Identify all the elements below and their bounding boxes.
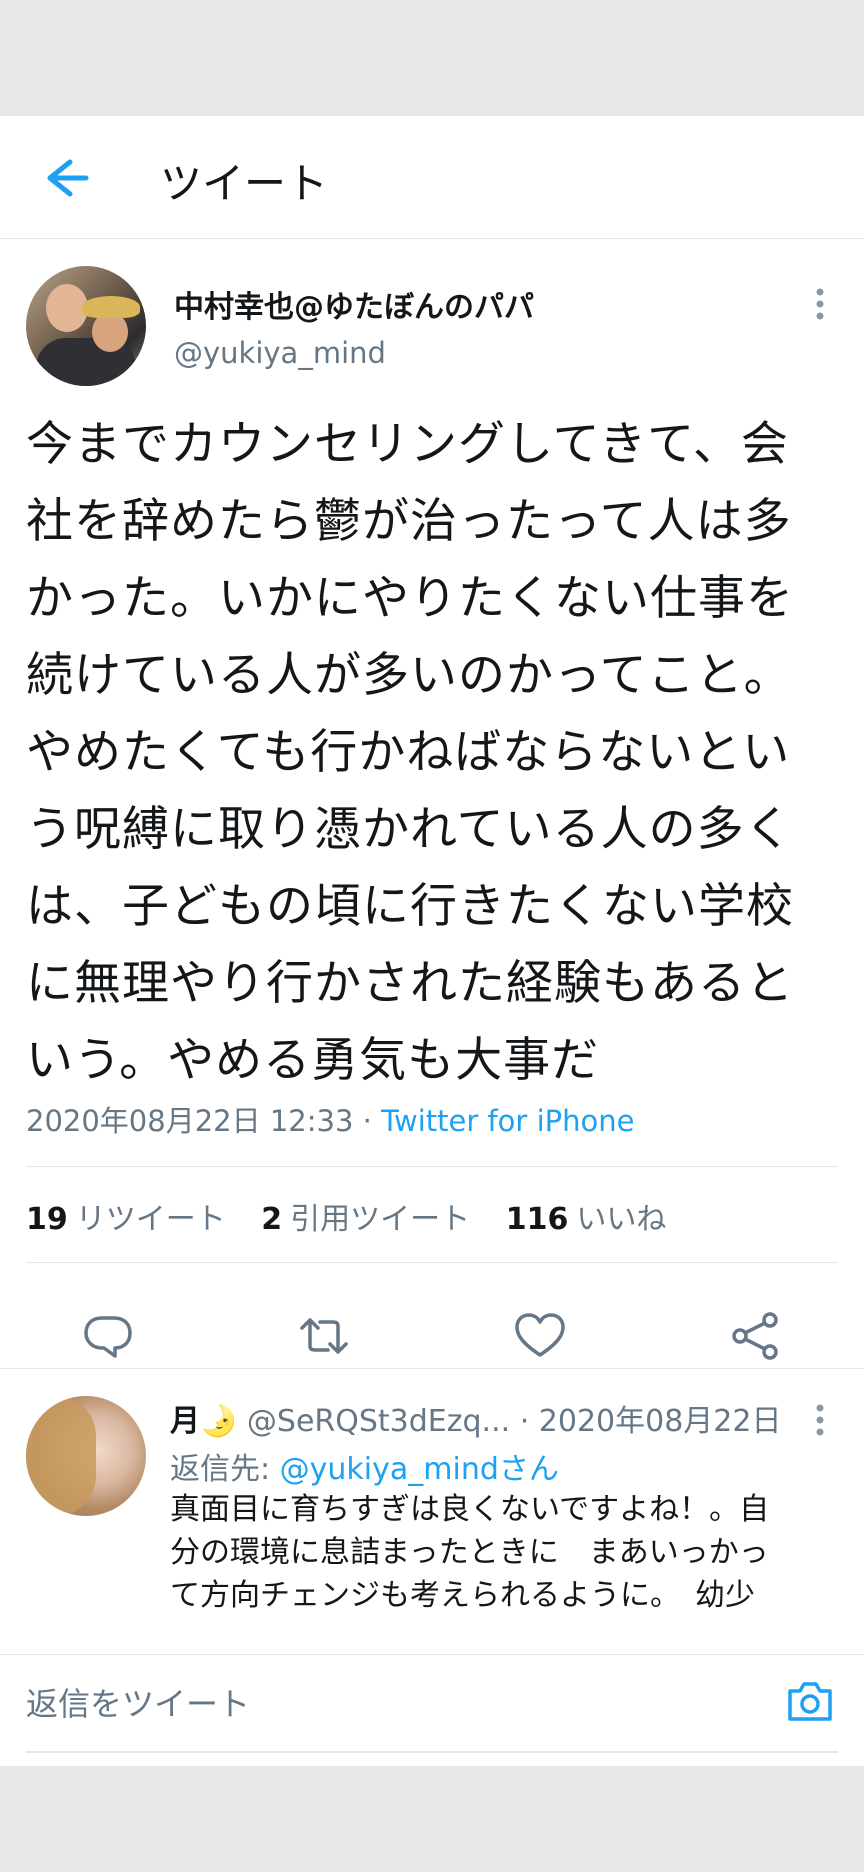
like-button[interactable] (512, 1308, 568, 1364)
reply-author-name[interactable]: 月🌛 (170, 1404, 237, 1439)
back-arrow-icon (47, 159, 89, 197)
likes-stat[interactable]: 116 いいね (506, 1194, 667, 1238)
reply-button[interactable] (80, 1308, 136, 1364)
share-button[interactable] (728, 1308, 784, 1364)
divider (26, 1166, 838, 1167)
avatar-shape (26, 1396, 96, 1516)
tweet-text: 今までカウンセリングしてきて、会 社を辞めたら鬱が治ったって人は多 かった。いか… (26, 417, 794, 1088)
tweet-timestamp[interactable]: 2020年08月22日 12:33 (26, 1104, 353, 1138)
camera-icon (788, 1682, 832, 1721)
avatar-shape (92, 312, 128, 352)
divider (0, 1368, 864, 1369)
author-handle[interactable]: @yukiya_mind (174, 336, 386, 370)
retweet-icon (300, 1318, 348, 1354)
divider (26, 1262, 838, 1263)
likes-label: いいね (576, 1202, 667, 1237)
retweets-stat[interactable]: 19 リツイート (26, 1194, 226, 1238)
author-avatar[interactable] (26, 266, 146, 386)
reply-compose-bar: 返信をツイート (0, 1654, 864, 1766)
reply-to-line: 返信先: @yukiya_mindさん (170, 1444, 559, 1488)
tweet-detail-screen: ツイート 中村幸也@ゆたぼんのパパ @yukiya_mind 今までカウンセリン… (0, 116, 864, 1766)
avatar-shape (82, 296, 140, 318)
reply-author-handle[interactable]: @SeRQSt3dEzq... (247, 1404, 510, 1439)
more-vertical-icon (816, 1404, 824, 1436)
back-button[interactable] (36, 156, 90, 200)
reply-to-label: 返信先: (170, 1452, 280, 1487)
like-icon (515, 1313, 565, 1357)
author-name[interactable]: 中村幸也@ゆたぼんのパパ (174, 282, 534, 326)
more-options-button[interactable] (808, 284, 832, 324)
more-vertical-icon (816, 288, 824, 320)
reply-icon (84, 1316, 132, 1358)
retweets-count: 19 (26, 1202, 68, 1237)
share-icon (732, 1312, 778, 1360)
reply-input[interactable]: 返信をツイート (26, 1679, 726, 1729)
tweet-stats: 19 リツイート 2 引用ツイート 116 いいね (26, 1194, 692, 1238)
quotes-stat[interactable]: 2 引用ツイート (261, 1194, 470, 1238)
tweet-meta: 2020年08月22日 12:33 · Twitter for iPhone (26, 1098, 634, 1140)
reply-separator: · (519, 1404, 539, 1439)
page-title: ツイート (160, 159, 329, 208)
reply-text: 真面目に育ちすぎは良くないですよね！。自 分の環境に息詰まったときに まあいっか… (170, 1492, 770, 1613)
retweet-button[interactable] (296, 1308, 352, 1364)
meta-separator: · (353, 1104, 382, 1138)
tweet-actions (0, 1296, 864, 1374)
top-bar: ツイート (0, 116, 864, 239)
reply-author-avatar[interactable] (26, 1396, 146, 1516)
camera-button[interactable] (784, 1675, 836, 1727)
likes-count: 116 (505, 1202, 569, 1237)
reply-more-options-button[interactable] (808, 1400, 832, 1440)
reply-header: 月🌛 @SeRQSt3dEzq... · 2020年08月22日 (170, 1396, 800, 1440)
reply-to-link[interactable]: @yukiya_mindさん (280, 1452, 559, 1487)
quotes-label: 引用ツイート (290, 1202, 471, 1237)
input-underline (26, 1751, 838, 1753)
reply-date[interactable]: 2020年08月22日 (539, 1404, 782, 1439)
quotes-count: 2 (261, 1202, 283, 1237)
retweets-label: リツイート (75, 1202, 226, 1237)
tweet-source-link[interactable]: Twitter for iPhone (381, 1104, 634, 1138)
